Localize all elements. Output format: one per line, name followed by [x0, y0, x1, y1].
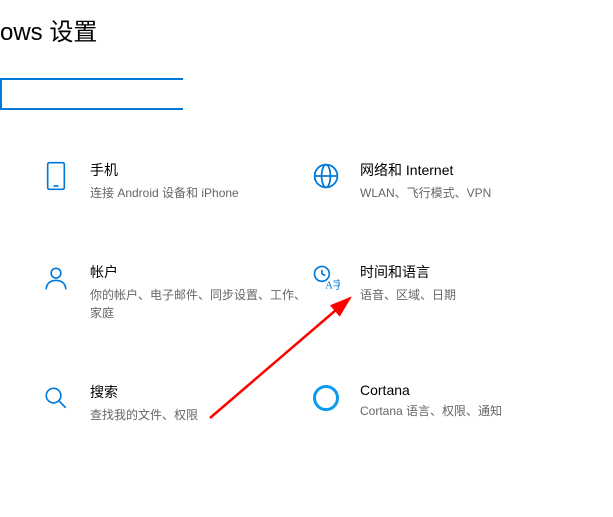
tile-cortana[interactable]: Cortana Cortana 语言、权限、通知 — [310, 382, 580, 424]
phone-icon — [40, 160, 72, 192]
person-icon — [40, 262, 72, 294]
globe-icon — [310, 160, 342, 192]
tile-title: 网络和 Internet — [360, 160, 580, 180]
tile-desc: 你的帐户、电子邮件、同步设置、工作、家庭 — [90, 286, 310, 322]
settings-tiles: 手机 连接 Android 设备和 iPhone 网络和 Internet WL… — [40, 160, 603, 484]
tile-desc: 连接 Android 设备和 iPhone — [90, 184, 310, 202]
search-input[interactable] — [2, 80, 186, 108]
tile-title: 帐户 — [90, 262, 310, 282]
tile-desc: 查找我的文件、权限 — [90, 406, 310, 424]
tile-title: 手机 — [90, 160, 310, 180]
tile-desc: Cortana 语言、权限、通知 — [360, 402, 580, 420]
tile-account[interactable]: 帐户 你的帐户、电子邮件、同步设置、工作、家庭 — [40, 262, 310, 322]
tile-search[interactable]: 搜索 查找我的文件、权限 — [40, 382, 310, 424]
tile-time-language[interactable]: A字 时间和语言 语音、区域、日期 — [310, 262, 580, 322]
tile-phone[interactable]: 手机 连接 Android 设备和 iPhone — [40, 160, 310, 202]
tile-title: Cortana — [360, 382, 580, 398]
cortana-icon — [310, 382, 342, 414]
tile-desc: WLAN、飞行模式、VPN — [360, 184, 580, 202]
time-language-icon: A字 — [310, 262, 342, 294]
magnifier-icon — [40, 382, 72, 414]
tile-title: 时间和语言 — [360, 262, 580, 282]
search-box[interactable] — [0, 78, 183, 110]
page-title: ows 设置 — [0, 12, 97, 47]
tile-network[interactable]: 网络和 Internet WLAN、飞行模式、VPN — [310, 160, 580, 202]
tile-title: 搜索 — [90, 382, 310, 402]
tile-desc: 语音、区域、日期 — [360, 286, 580, 304]
svg-text:A字: A字 — [325, 279, 340, 292]
